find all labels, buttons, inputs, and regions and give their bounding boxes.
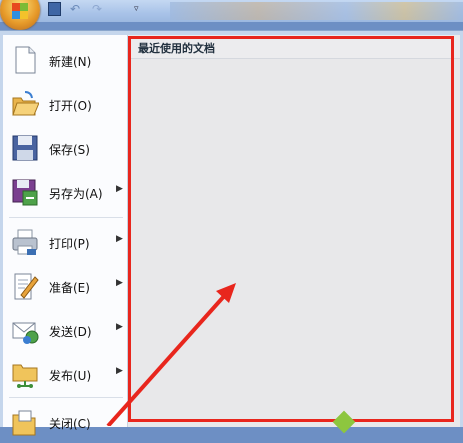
- menu-item-label: 打开(O): [49, 99, 92, 113]
- menu-item-open[interactable]: 打开(O): [3, 83, 127, 125]
- undo-icon[interactable]: ↶: [70, 2, 84, 16]
- open-folder-icon: [12, 91, 39, 116]
- menu-divider: [9, 217, 123, 218]
- menu-item-label: 打印(P): [49, 237, 90, 251]
- save-disk-icon: [12, 135, 38, 161]
- send-mail-icon: [12, 322, 39, 344]
- save-as-icon: [12, 179, 38, 206]
- submenu-arrow-icon: ▶: [116, 366, 123, 376]
- recent-documents-panel: 最近使用的文档: [128, 35, 460, 427]
- submenu-arrow-icon: ▶: [116, 234, 123, 244]
- redo-icon[interactable]: ↷: [92, 2, 106, 16]
- menu-item-label: 发送(D): [49, 325, 92, 339]
- menu-item-print[interactable]: 打印(P) ▶: [3, 221, 127, 263]
- menu-item-label: 发布(U): [49, 369, 92, 383]
- prepare-document-icon: [14, 273, 39, 300]
- menu-item-save-as[interactable]: 另存为(A) ▶: [3, 171, 127, 213]
- title-bar: ↶ ↷ ▿: [0, 0, 463, 30]
- menu-item-label: 关闭(C): [49, 417, 91, 431]
- submenu-arrow-icon: ▶: [116, 184, 123, 194]
- new-document-icon: [15, 46, 36, 74]
- submenu-arrow-icon: ▶: [116, 322, 123, 332]
- office-button[interactable]: [0, 0, 40, 30]
- menu-item-save[interactable]: 保存(S): [3, 127, 127, 169]
- submenu-arrow-icon: ▶: [116, 278, 123, 288]
- menu-item-prepare[interactable]: 准备(E) ▶: [3, 265, 127, 307]
- close-folder-icon: [12, 410, 36, 436]
- ribbon-background: [170, 2, 463, 20]
- recent-documents-header: 最近使用的文档: [128, 35, 460, 59]
- office-logo-icon: [12, 3, 28, 19]
- menu-item-label: 保存(S): [49, 143, 90, 157]
- menu-item-label: 新建(N): [49, 55, 92, 69]
- menu-item-label: 另存为(A): [49, 187, 103, 201]
- menu-item-publish[interactable]: 发布(U) ▶: [3, 353, 127, 395]
- menu-divider: [9, 397, 123, 398]
- recent-documents-title: 最近使用的文档: [138, 42, 215, 55]
- publish-folder-icon: [12, 364, 38, 388]
- printer-icon: [12, 229, 38, 255]
- quick-save-icon[interactable]: [48, 2, 61, 16]
- menu-item-send[interactable]: 发送(D) ▶: [3, 309, 127, 351]
- menu-item-label: 准备(E): [49, 281, 90, 295]
- menu-commands: 新建(N) 打开(O) 保存(S) 另存为(A) ▶ 打印(P) ▶ 准备(E)…: [3, 35, 128, 436]
- menu-item-new[interactable]: 新建(N): [3, 39, 127, 81]
- office-menu: 新建(N) 打开(O) 保存(S) 另存为(A) ▶ 打印(P) ▶ 准备(E)…: [0, 30, 463, 436]
- menu-item-close[interactable]: 关闭(C): [3, 401, 127, 443]
- customize-toolbar-icon[interactable]: ▿: [134, 2, 148, 16]
